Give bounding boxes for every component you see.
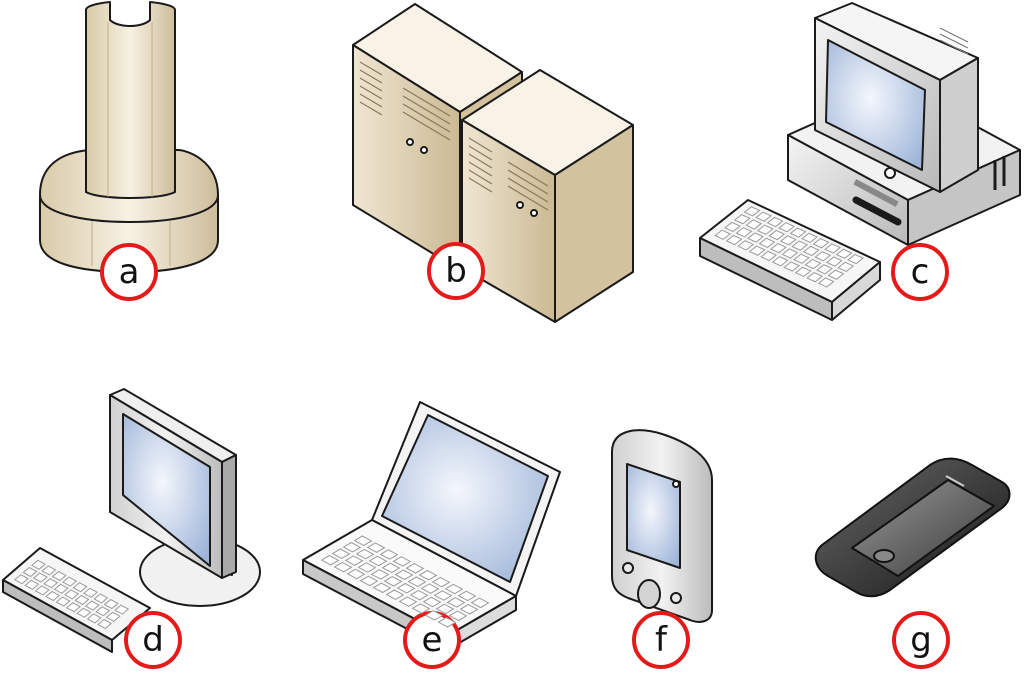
badge-g-label: g [910, 620, 932, 660]
device-diagram: a b c d e f g [2, 1, 1021, 669]
badge-f: f [632, 611, 690, 669]
badge-c-label: c [911, 252, 930, 292]
badge-d: d [124, 611, 182, 669]
badge-a: a [100, 243, 158, 301]
servers-icon [352, 3, 634, 323]
badge-f-label: f [655, 620, 668, 660]
badge-e-label: e [422, 620, 443, 660]
desktop-pc-icon [699, 2, 1021, 321]
smartphone-icon [814, 457, 1011, 598]
badge-g: g [892, 611, 950, 669]
badge-c: c [891, 243, 949, 301]
mainframe-icon [39, 1, 219, 273]
badge-a-label: a [119, 252, 140, 292]
badge-b-label: b [445, 251, 467, 291]
badge-d-label: d [142, 620, 164, 660]
pda-icon [611, 429, 713, 623]
lcd-workstation-icon [2, 388, 261, 653]
badge-b: b [427, 242, 485, 300]
